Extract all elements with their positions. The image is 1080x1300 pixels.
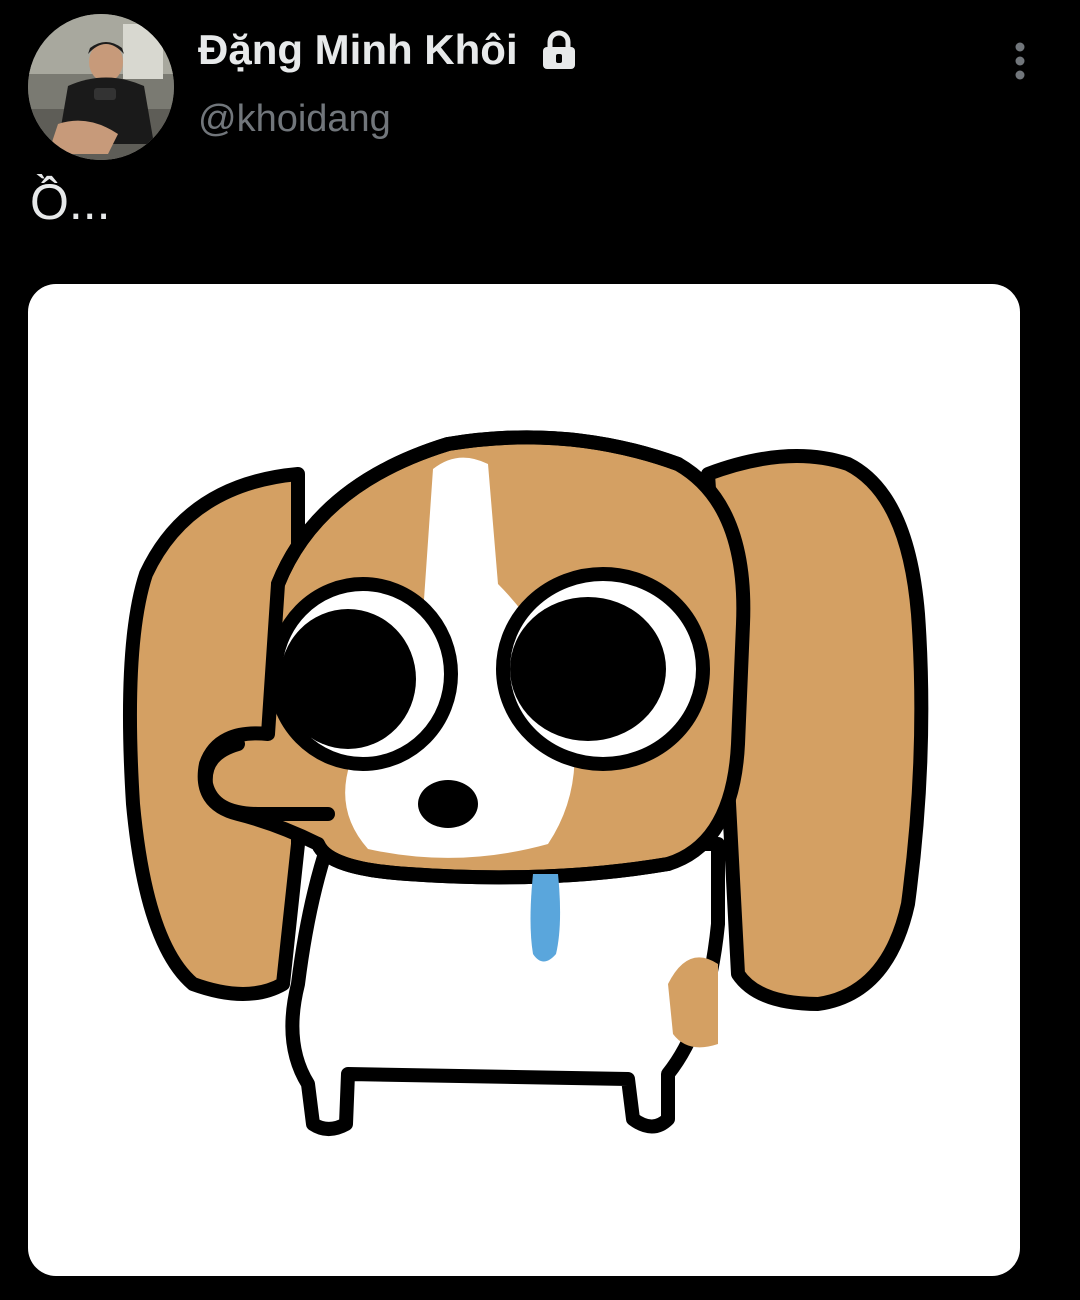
cartoon-dog-sticker-icon: [122, 430, 929, 1136]
more-vertical-icon[interactable]: [1002, 40, 1038, 84]
tweet-text: Ồ...: [30, 174, 111, 230]
author-display-name[interactable]: Đặng Minh Khôi: [198, 26, 518, 74]
tweet-media-image[interactable]: [28, 284, 1020, 1276]
avatar[interactable]: [28, 14, 174, 160]
author-handle[interactable]: @khoidang: [198, 98, 391, 141]
avatar-photo-icon: [28, 14, 174, 160]
tweet: Đặng Minh Khôi @khoidang Ồ...: [0, 0, 1080, 1300]
lock-icon: [538, 30, 580, 70]
